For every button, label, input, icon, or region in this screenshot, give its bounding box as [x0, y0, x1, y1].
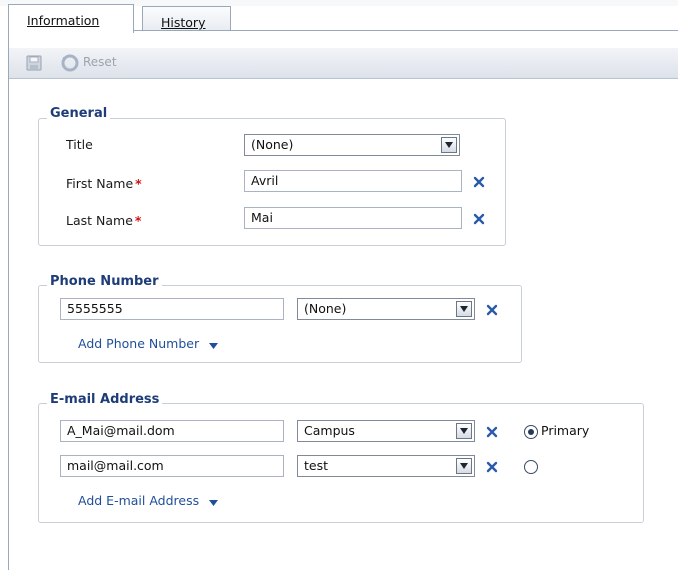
phone-number-field[interactable]: 5555555 [60, 298, 284, 320]
remove-email-1-icon[interactable] [486, 426, 498, 438]
save-icon[interactable] [26, 55, 42, 71]
caret-down-icon [209, 494, 219, 509]
title-label: Title [66, 137, 93, 152]
phone-type-value: (None) [304, 301, 347, 316]
add-phone-number-label: Add Phone Number [78, 336, 200, 351]
email-type-value-2: test [304, 458, 329, 473]
email-field-2[interactable]: mail@mail.com [60, 455, 284, 477]
chevron-down-icon[interactable] [456, 423, 472, 439]
clear-last-name-icon[interactable] [473, 213, 485, 225]
chevron-down-icon[interactable] [456, 458, 472, 474]
phone-legend: Phone Number [47, 274, 162, 289]
reset-icon[interactable] [61, 54, 79, 72]
reset-button[interactable]: Reset [83, 55, 117, 69]
phone-type-select[interactable]: (None) [297, 298, 475, 320]
radio-selected-dot [527, 428, 534, 435]
tab-history[interactable]: History [142, 6, 231, 32]
tab-information-label: Information [27, 13, 100, 28]
email-legend: E-mail Address [47, 392, 163, 407]
add-phone-number-button[interactable]: Add Phone Number [78, 336, 219, 352]
general-legend: General [47, 106, 111, 121]
email-type-select-2[interactable]: test [297, 455, 475, 477]
add-email-address-label: Add E-mail Address [78, 493, 200, 508]
title-select[interactable]: (None) [244, 134, 460, 156]
first-name-label: First Name * [66, 176, 142, 191]
remove-phone-icon[interactable] [486, 304, 498, 316]
caret-down-icon [209, 337, 219, 352]
primary-radio-label: Primary [541, 423, 590, 438]
email-type-value-1: Campus [304, 423, 355, 438]
add-email-address-button[interactable]: Add E-mail Address [78, 493, 219, 509]
primary-radio-2[interactable] [524, 460, 538, 474]
chevron-down-icon[interactable] [441, 137, 457, 153]
email-field-1[interactable]: A_Mai@mail.dom [60, 420, 284, 442]
first-name-field[interactable]: Avril [244, 170, 462, 192]
last-name-label: Last Name * [66, 213, 142, 228]
tab-information[interactable]: Information [8, 4, 134, 33]
email-type-select-1[interactable]: Campus [297, 420, 475, 442]
primary-radio-1[interactable] [524, 425, 538, 439]
title-select-value: (None) [251, 137, 294, 152]
remove-email-2-icon[interactable] [486, 461, 498, 473]
clear-first-name-icon[interactable] [473, 176, 485, 188]
last-name-field[interactable]: Mai [244, 207, 462, 229]
chevron-down-icon[interactable] [456, 301, 472, 317]
toolbar: Reset [9, 48, 678, 79]
